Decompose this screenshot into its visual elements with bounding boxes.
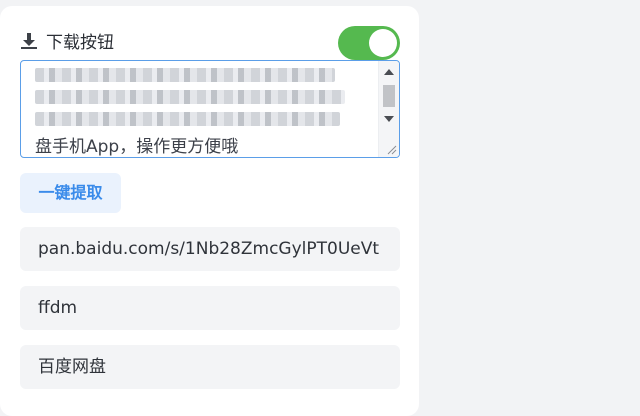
redacted-text-line <box>35 112 340 126</box>
scroll-down-icon[interactable] <box>384 116 394 122</box>
extract-code-field[interactable]: ffdm <box>20 286 400 330</box>
resize-grip-icon[interactable] <box>385 143 397 155</box>
platform-field[interactable]: 百度网盘 <box>20 345 400 389</box>
share-text-content[interactable]: 盘手机App，操作更方便哦 <box>21 61 376 157</box>
panel-header: 下载按钮 <box>20 28 114 53</box>
panel-title: 下载按钮 <box>46 33 114 53</box>
scroll-thumb[interactable] <box>383 85 395 107</box>
scroll-up-icon[interactable] <box>384 69 394 75</box>
download-icon <box>21 32 37 49</box>
download-button-toggle[interactable] <box>338 26 400 60</box>
redacted-text-line <box>35 68 335 82</box>
share-text-area[interactable]: 盘手机App，操作更方便哦 <box>20 60 400 158</box>
toggle-knob <box>369 29 397 57</box>
share-link-field[interactable]: pan.baidu.com/s/1Nb28ZmcGylPT0UeVt <box>20 227 400 271</box>
redacted-text-line <box>35 90 345 104</box>
one-click-extract-button[interactable]: 一键提取 <box>20 173 121 213</box>
share-text-visible-line: 盘手机App，操作更方便哦 <box>35 137 239 157</box>
